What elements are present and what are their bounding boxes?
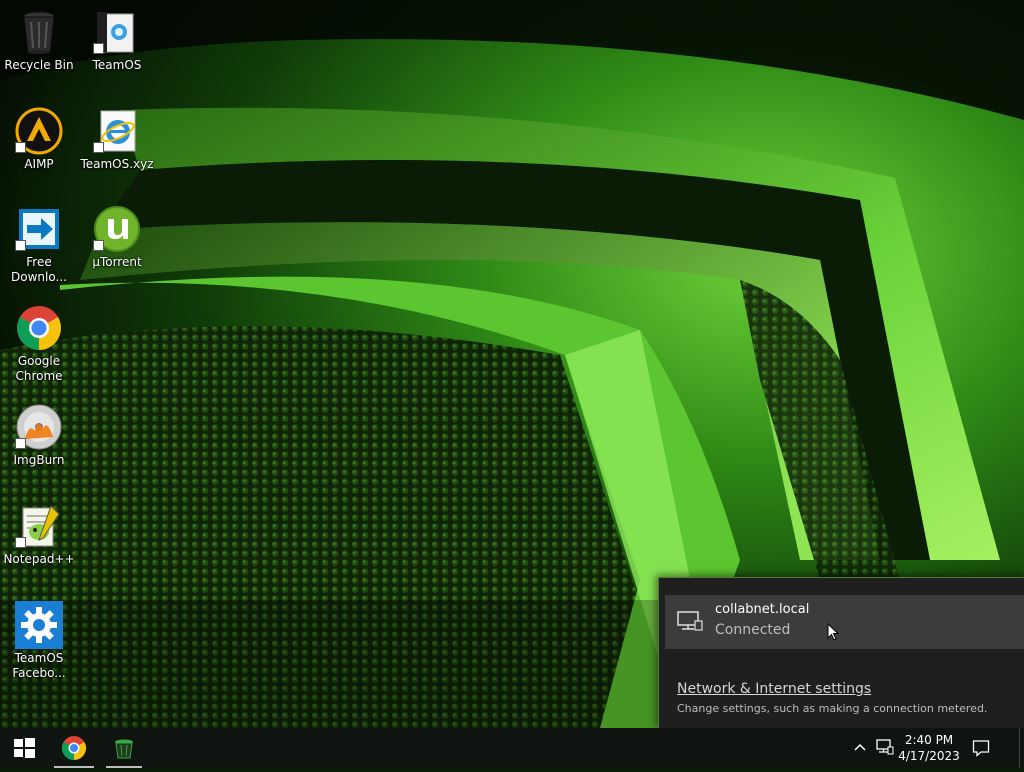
- recycle-bin-icon: [115, 739, 133, 759]
- desktop-icon-teamos-facebook[interactable]: TeamOS Facebo...: [0, 601, 78, 681]
- shortcut-arrow-icon: [93, 240, 104, 251]
- internet-explorer-icon: [93, 107, 141, 155]
- desktop-icon-label: TeamOS.xyz: [80, 157, 154, 171]
- taskbar-clock[interactable]: 2:40 PM 4/17/2023: [898, 732, 960, 764]
- aimp-icon: [15, 107, 63, 155]
- desktop-icon-label: Recycle Bin: [4, 58, 74, 72]
- shortcut-arrow-icon: [93, 43, 104, 54]
- desktop-icon-label: Free Downlo...: [11, 255, 67, 284]
- start-button[interactable]: [0, 728, 48, 768]
- shortcut-arrow-icon: [15, 537, 26, 548]
- clock-time: 2:40 PM: [904, 733, 954, 747]
- mouse-cursor-icon: [827, 623, 839, 641]
- network-settings-description: Change settings, such as making a connec…: [677, 702, 988, 715]
- chrome-icon: [15, 304, 63, 352]
- shortcut-arrow-icon: [15, 240, 26, 251]
- desktop-icon-teamos[interactable]: TeamOS: [78, 8, 156, 73]
- desktop-icon-aimp[interactable]: AIMP: [0, 107, 78, 172]
- tray-network-icon[interactable]: [876, 739, 894, 755]
- shortcut-arrow-icon: [93, 142, 104, 153]
- teamos-icon: [93, 8, 141, 56]
- clock-date: 4/17/2023: [898, 749, 960, 763]
- network-item-collabnet[interactable]: collabnet.local Connected: [665, 595, 1024, 649]
- ethernet-network-icon: [677, 611, 703, 631]
- desktop-icon-label: Notepad++: [3, 552, 75, 566]
- taskbar-chrome-button[interactable]: [52, 728, 96, 768]
- show-desktop-button[interactable]: [1019, 728, 1024, 768]
- windows-logo-icon: [14, 738, 35, 758]
- action-center-icon[interactable]: [972, 739, 990, 757]
- taskbar-recycle-bin-button[interactable]: [104, 728, 144, 768]
- desktop-icon-google-chrome[interactable]: Google Chrome: [0, 304, 78, 384]
- desktop-icon-free-download-manager[interactable]: Free Downlo...: [0, 205, 78, 285]
- desktop-icon-imgburn[interactable]: ImgBurn: [0, 403, 78, 468]
- desktop-icon-notepad-plus-plus[interactable]: Notepad++: [0, 502, 78, 567]
- network-name: collabnet.local: [715, 602, 810, 617]
- desktop-icon-label: Google Chrome: [15, 354, 63, 383]
- desktop-icon-teamos-xyz[interactable]: TeamOS.xyz: [78, 107, 156, 172]
- settings-gear-icon: [15, 601, 63, 649]
- shortcut-arrow-icon: [15, 438, 26, 449]
- desktop-icon-label: AIMP: [24, 157, 54, 171]
- utorrent-icon: [93, 205, 141, 253]
- chrome-icon: [61, 736, 87, 760]
- desktop-icon-label: µTorrent: [92, 255, 142, 269]
- desktop-icon-utorrent[interactable]: µTorrent: [78, 205, 156, 270]
- network-flyout: collabnet.local Connected Network & Inte…: [658, 577, 1024, 729]
- free-download-manager-icon: [15, 205, 63, 253]
- shortcut-arrow-icon: [15, 142, 26, 153]
- network-status: Connected: [715, 622, 791, 638]
- notepad-plus-plus-icon: [15, 502, 63, 550]
- recycle-bin-icon: [15, 8, 63, 56]
- network-internet-settings-link[interactable]: Network & Internet settings: [677, 681, 871, 697]
- taskbar: 2:40 PM 4/17/2023: [0, 728, 1024, 768]
- desktop-icon-recycle-bin[interactable]: Recycle Bin: [0, 8, 78, 73]
- imgburn-icon: [15, 403, 63, 451]
- desktop-icon-label: ImgBurn: [13, 453, 65, 467]
- desktop-icon-label: TeamOS Facebo...: [12, 651, 66, 680]
- show-hidden-icons-chevron-icon[interactable]: [852, 739, 868, 755]
- desktop-icon-label: TeamOS: [92, 58, 142, 72]
